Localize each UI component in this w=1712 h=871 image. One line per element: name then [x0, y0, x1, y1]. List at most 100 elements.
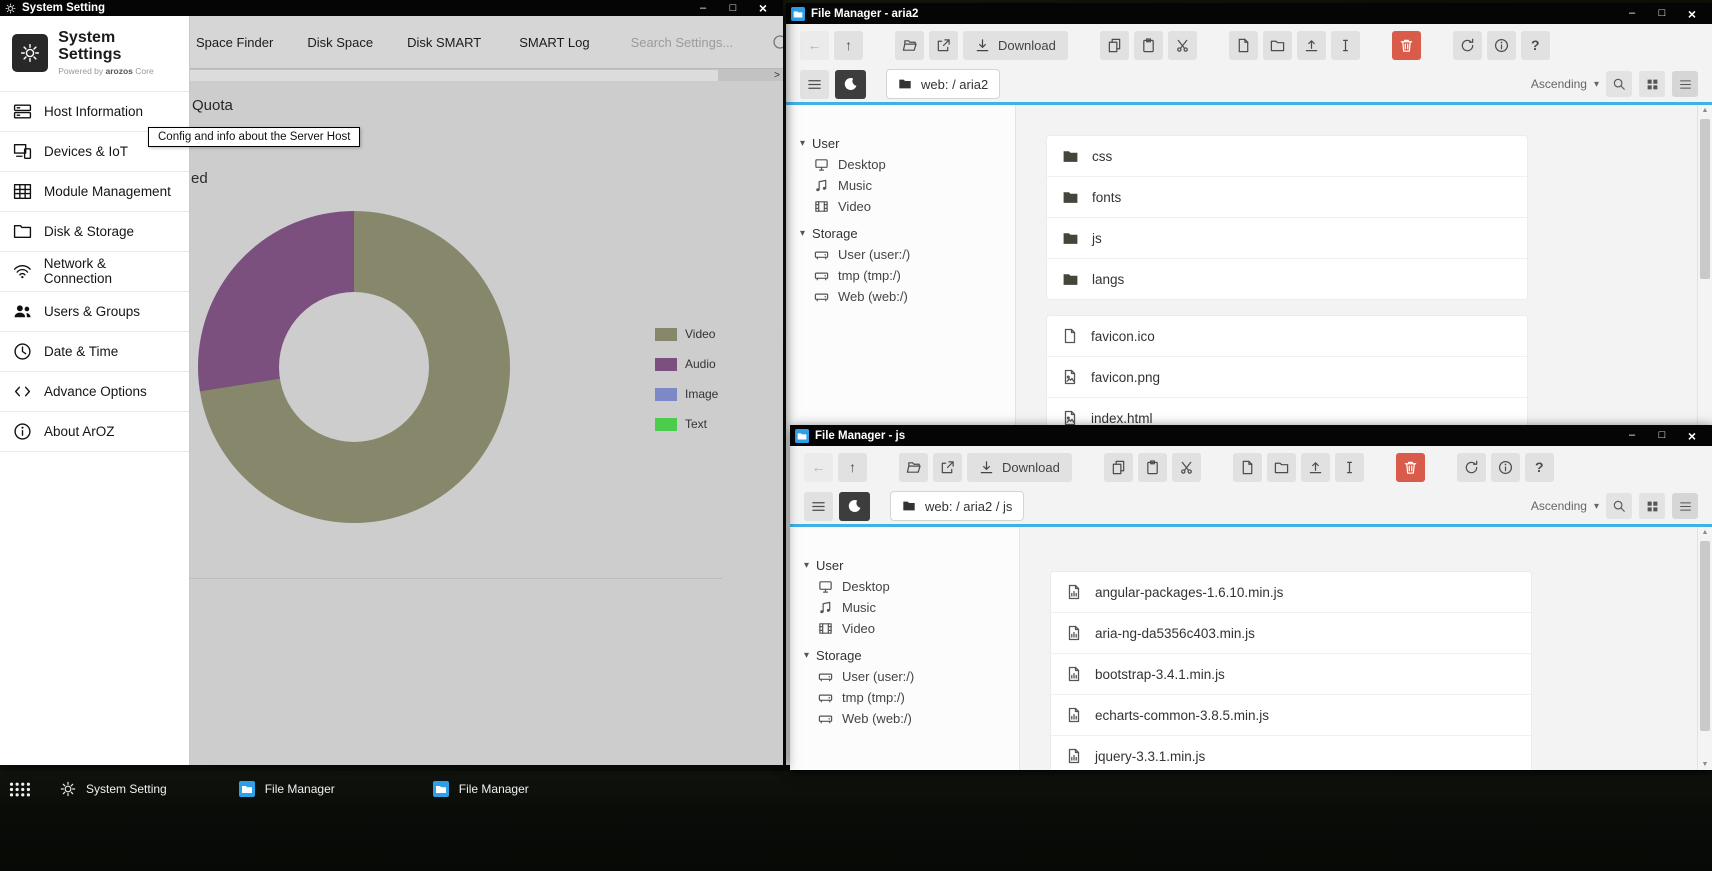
download-button[interactable]: Download [967, 453, 1072, 482]
grid-view-button[interactable] [1639, 493, 1665, 519]
fm1-titlebar[interactable]: File Manager - aria2 – □ × [786, 3, 1712, 24]
open-in-new-button[interactable] [933, 453, 962, 482]
sort-order-dropdown[interactable]: Ascending [1531, 77, 1587, 91]
new-file-button[interactable] [1233, 453, 1262, 482]
file-row-angular[interactable]: angular-packages-1.6.10.min.js [1051, 572, 1531, 613]
system-settings-titlebar[interactable]: System Setting – □ × [0, 0, 783, 16]
scroll-up-icon[interactable]: ▲ [1698, 529, 1712, 536]
close-icon[interactable]: × [1677, 7, 1707, 21]
sidebar-item-host-information[interactable]: Host Information [0, 92, 189, 132]
delete-button[interactable] [1392, 31, 1421, 60]
cut-button[interactable] [1172, 453, 1201, 482]
tree-item-tmp-drive[interactable]: tmp (tmp:/) [786, 265, 1015, 286]
tree-item-user-drive[interactable]: User (user:/) [786, 244, 1015, 265]
sidebar-item-users-groups[interactable]: Users & Groups [0, 292, 189, 332]
menu-button[interactable] [804, 492, 833, 521]
list-view-button[interactable] [1672, 493, 1698, 519]
back-button[interactable]: ← [800, 31, 829, 60]
scrollbar-thumb[interactable] [1700, 541, 1710, 731]
open-folder-button[interactable] [895, 31, 924, 60]
open-in-new-button[interactable] [929, 31, 958, 60]
settings-search-input[interactable] [629, 34, 753, 51]
sidebar-item-date-time[interactable]: Date & Time [0, 332, 189, 372]
new-folder-button[interactable] [1267, 453, 1296, 482]
upload-button[interactable] [1301, 453, 1330, 482]
breadcrumb[interactable]: web: / aria2 / js [890, 491, 1024, 521]
tree-section-storage[interactable]: ▾Storage [786, 223, 1015, 244]
menu-button[interactable] [800, 70, 829, 99]
file-row-favicon-ico[interactable]: favicon.ico [1047, 316, 1527, 357]
file-row-echarts[interactable]: echarts-common-3.8.5.min.js [1051, 695, 1531, 736]
maximize-icon[interactable]: □ [718, 3, 748, 14]
tree-item-tmp-drive[interactable]: tmp (tmp:/) [790, 687, 1019, 708]
properties-button[interactable] [1487, 31, 1516, 60]
back-button[interactable]: ← [804, 453, 833, 482]
close-icon[interactable]: × [1677, 429, 1707, 443]
tree-item-desktop[interactable]: Desktop [790, 576, 1019, 597]
delete-button[interactable] [1396, 453, 1425, 482]
close-icon[interactable]: × [748, 1, 778, 15]
help-button[interactable]: ? [1525, 453, 1554, 482]
maximize-icon[interactable]: □ [1647, 8, 1677, 19]
file-row-fonts[interactable]: fonts [1047, 177, 1527, 218]
minimize-icon[interactable]: – [1617, 8, 1647, 19]
refresh-button[interactable] [1457, 453, 1486, 482]
file-row-bootstrap[interactable]: bootstrap-3.4.1.min.js [1051, 654, 1531, 695]
tree-item-music[interactable]: Music [790, 597, 1019, 618]
tree-section-user[interactable]: ▾User [786, 133, 1015, 154]
up-button[interactable]: ↑ [834, 31, 863, 60]
search-button[interactable] [1606, 493, 1632, 519]
copy-button[interactable] [1104, 453, 1133, 482]
minimize-icon[interactable]: – [1617, 430, 1647, 441]
tree-item-user-drive[interactable]: User (user:/) [790, 666, 1019, 687]
file-row-aria-ng[interactable]: aria-ng-da5356c403.min.js [1051, 613, 1531, 654]
tab-space-finder[interactable]: Space Finder [196, 35, 273, 50]
minimize-icon[interactable]: – [688, 3, 718, 14]
tree-item-music[interactable]: Music [786, 175, 1015, 196]
app-launcher-button[interactable] [8, 781, 32, 798]
upload-button[interactable] [1297, 31, 1326, 60]
cut-button[interactable] [1168, 31, 1197, 60]
list-view-button[interactable] [1672, 71, 1698, 97]
file-row-jquery[interactable]: jquery-3.3.1.min.js [1051, 736, 1531, 770]
sidebar-item-advance-options[interactable]: Advance Options [0, 372, 189, 412]
tree-item-video[interactable]: Video [786, 196, 1015, 217]
tree-item-web-drive[interactable]: Web (web:/) [790, 708, 1019, 729]
tab-disk-space[interactable]: Disk Space [307, 35, 373, 50]
file-row-langs[interactable]: langs [1047, 259, 1527, 299]
search-icon[interactable] [772, 34, 783, 50]
paste-button[interactable] [1138, 453, 1167, 482]
file-row-css[interactable]: css [1047, 136, 1527, 177]
taskbar-item-file-manager-1[interactable]: File Manager [239, 781, 335, 797]
file-row-favicon-png[interactable]: favicon.png [1047, 357, 1527, 398]
taskbar-item-system-setting[interactable]: System Setting [60, 781, 167, 797]
sidebar-item-network-connection[interactable]: Network & Connection [0, 252, 189, 292]
taskbar-item-file-manager-2[interactable]: File Manager [433, 781, 529, 797]
maximize-icon[interactable]: □ [1647, 430, 1677, 441]
tree-item-web-drive[interactable]: Web (web:/) [786, 286, 1015, 307]
scrollbar[interactable]: ▲ ▼ [1697, 527, 1712, 770]
rename-button[interactable] [1331, 31, 1360, 60]
tab-scrollbar-thumb[interactable] [190, 70, 718, 81]
breadcrumb[interactable]: web: / aria2 [886, 69, 1000, 99]
sidebar-item-about-aroz[interactable]: About ArOZ [0, 412, 189, 452]
copy-button[interactable] [1100, 31, 1129, 60]
up-button[interactable]: ↑ [838, 453, 867, 482]
theme-toggle-button[interactable] [835, 70, 866, 99]
refresh-button[interactable] [1453, 31, 1482, 60]
search-button[interactable] [1606, 71, 1632, 97]
sidebar-item-module-management[interactable]: Module Management [0, 172, 189, 212]
file-row-js[interactable]: js [1047, 218, 1527, 259]
tree-item-video[interactable]: Video [790, 618, 1019, 639]
tree-section-user[interactable]: ▾User [790, 555, 1019, 576]
chevron-down-icon[interactable]: ▾ [1594, 501, 1599, 512]
download-button[interactable]: Download [963, 31, 1068, 60]
sidebar-item-disk-storage[interactable]: Disk & Storage [0, 212, 189, 252]
scrollbar-thumb[interactable] [1700, 119, 1710, 279]
chevron-down-icon[interactable]: ▾ [1594, 79, 1599, 90]
new-folder-button[interactable] [1263, 31, 1292, 60]
fm2-titlebar[interactable]: File Manager - js – □ × [790, 425, 1712, 446]
rename-button[interactable] [1335, 453, 1364, 482]
tab-scrollbar[interactable]: > [190, 68, 783, 82]
tab-disk-smart[interactable]: Disk SMART [407, 35, 481, 50]
